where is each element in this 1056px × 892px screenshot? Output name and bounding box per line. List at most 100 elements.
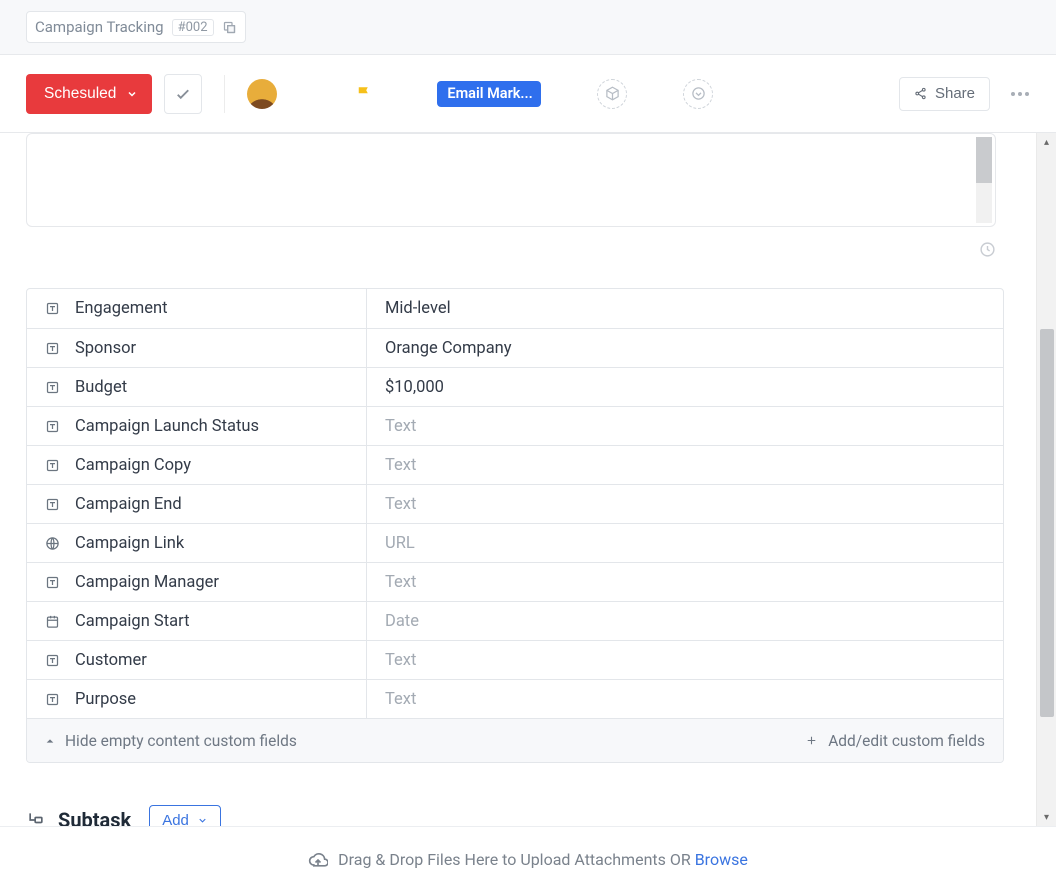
breadcrumb-chip[interactable]: Campaign Tracking #002 <box>26 11 246 43</box>
field-row[interactable]: Budget $10,000 <box>27 367 1003 406</box>
breadcrumb-bar: Campaign Tracking #002 <box>0 0 1056 55</box>
share-icon <box>914 87 927 100</box>
sprint-placeholder[interactable] <box>597 79 627 109</box>
field-placeholder-text: Text <box>385 456 416 475</box>
field-type-text-icon <box>45 692 61 707</box>
field-row[interactable]: Campaign Launch Status Text <box>27 406 1003 445</box>
field-label-text: Campaign Link <box>75 534 184 553</box>
field-label-cell: Customer <box>27 641 367 679</box>
share-button[interactable]: Share <box>899 77 990 111</box>
complete-button[interactable] <box>164 74 202 114</box>
share-label: Share <box>935 85 975 102</box>
priority-flag-icon[interactable] <box>355 85 373 103</box>
inner-scrollbar[interactable] <box>976 137 992 223</box>
page-scrollbar-thumb[interactable] <box>1040 329 1054 717</box>
breadcrumb-id: #002 <box>172 19 214 36</box>
main-content: Engagement Mid-level Sponsor Orange Company… <box>0 133 1036 826</box>
browse-link[interactable]: Browse <box>695 850 748 869</box>
field-type-globe-icon <box>45 536 61 551</box>
field-value-cell[interactable]: Text <box>367 485 1003 523</box>
inner-scrollbar-thumb[interactable] <box>976 137 992 183</box>
check-icon <box>174 85 192 103</box>
field-placeholder-text: Text <box>385 573 416 592</box>
tag-chip[interactable]: Email Mark... <box>437 81 541 107</box>
field-row[interactable]: Campaign Copy Text <box>27 445 1003 484</box>
field-label-cell: Sponsor <box>27 329 367 367</box>
field-placeholder-text: Text <box>385 651 416 670</box>
field-placeholder-text: Text <box>385 495 416 514</box>
field-row[interactable]: Purpose Text <box>27 679 1003 718</box>
field-value-cell[interactable]: Orange Company <box>367 329 1003 367</box>
field-value-cell[interactable]: $10,000 <box>367 368 1003 406</box>
field-value-cell[interactable]: Text <box>367 446 1003 484</box>
field-value-cell[interactable]: URL <box>367 524 1003 562</box>
more-menu-button[interactable] <box>1002 82 1038 106</box>
status-button[interactable]: Schesuled <box>26 74 152 114</box>
cloud-upload-icon <box>308 850 328 870</box>
field-type-text-icon <box>45 497 61 512</box>
add-subtask-label: Add <box>162 812 189 827</box>
field-label-text: Engagement <box>75 299 167 318</box>
field-placeholder-text: Date <box>385 612 419 631</box>
toolbar: Schesuled Email Mark... <box>0 55 1056 133</box>
add-edit-fields-button[interactable]: Add/edit custom fields <box>805 732 985 750</box>
field-type-date-icon <box>45 614 61 629</box>
scroll-up-arrow[interactable]: ▴ <box>1037 133 1056 151</box>
field-row[interactable]: Campaign Manager Text <box>27 562 1003 601</box>
subtask-title: Subtask <box>58 808 131 826</box>
hide-empty-fields-button[interactable]: Hide empty content custom fields <box>45 732 297 750</box>
field-value-cell[interactable]: Text <box>367 563 1003 601</box>
field-label-text: Campaign End <box>75 495 182 514</box>
add-subtask-button[interactable]: Add <box>149 805 221 826</box>
assignee-avatar[interactable] <box>247 79 277 109</box>
page-scrollbar[interactable]: ▴ ▾ <box>1036 133 1056 826</box>
field-label-cell: Campaign Manager <box>27 563 367 601</box>
field-label-text: Campaign Manager <box>75 573 219 592</box>
activity-row <box>26 227 996 288</box>
field-label-text: Campaign Copy <box>75 456 191 475</box>
divider <box>224 75 225 113</box>
field-value-text: Mid-level <box>385 299 451 318</box>
field-value-cell[interactable]: Date <box>367 602 1003 640</box>
field-row[interactable]: Engagement Mid-level <box>27 289 1003 328</box>
field-row[interactable]: Campaign Start Date <box>27 601 1003 640</box>
attachment-drop-bar[interactable]: Drag & Drop Files Here to Upload Attachm… <box>0 826 1056 892</box>
field-row[interactable]: Sponsor Orange Company <box>27 328 1003 367</box>
hide-empty-label: Hide empty content custom fields <box>65 732 297 750</box>
triangle-up-icon <box>45 736 55 746</box>
clock-icon[interactable] <box>979 241 996 258</box>
chevron-down-icon <box>126 88 138 100</box>
subtask-section: Subtask Add <box>26 805 1036 826</box>
dropbar-plain-text: Drag & Drop Files Here to Upload Attachm… <box>338 850 695 869</box>
field-type-text-icon <box>45 419 61 434</box>
dropbar-text: Drag & Drop Files Here to Upload Attachm… <box>338 850 748 869</box>
field-placeholder-text: Text <box>385 417 416 436</box>
subtask-icon <box>26 810 46 826</box>
chevron-down-icon <box>197 815 208 826</box>
field-value-cell[interactable]: Mid-level <box>367 289 1003 328</box>
field-label-text: Campaign Start <box>75 612 189 631</box>
field-value-text: $10,000 <box>385 378 444 397</box>
field-label-text: Sponsor <box>75 339 136 358</box>
field-row[interactable]: Customer Text <box>27 640 1003 679</box>
field-value-cell[interactable]: Text <box>367 680 1003 718</box>
field-label-cell: Purpose <box>27 680 367 718</box>
field-value-cell[interactable]: Text <box>367 641 1003 679</box>
field-value-cell[interactable]: Text <box>367 407 1003 445</box>
field-label-cell: Campaign Copy <box>27 446 367 484</box>
popout-icon[interactable] <box>222 20 237 35</box>
fields-footer: Hide empty content custom fields Add/edit… <box>27 718 1003 762</box>
field-label-cell: Campaign Launch Status <box>27 407 367 445</box>
circle-chevron-icon <box>691 86 706 101</box>
field-label-text: Purpose <box>75 690 136 709</box>
field-type-text-icon <box>45 380 61 395</box>
estimate-placeholder[interactable] <box>683 79 713 109</box>
description-box[interactable] <box>26 133 996 227</box>
plus-icon <box>805 734 818 747</box>
field-label-text: Budget <box>75 378 127 397</box>
scroll-down-arrow[interactable]: ▾ <box>1037 808 1056 826</box>
field-label-cell: Budget <box>27 368 367 406</box>
field-type-text-icon <box>45 458 61 473</box>
field-row[interactable]: Campaign Link URL <box>27 523 1003 562</box>
field-row[interactable]: Campaign End Text <box>27 484 1003 523</box>
